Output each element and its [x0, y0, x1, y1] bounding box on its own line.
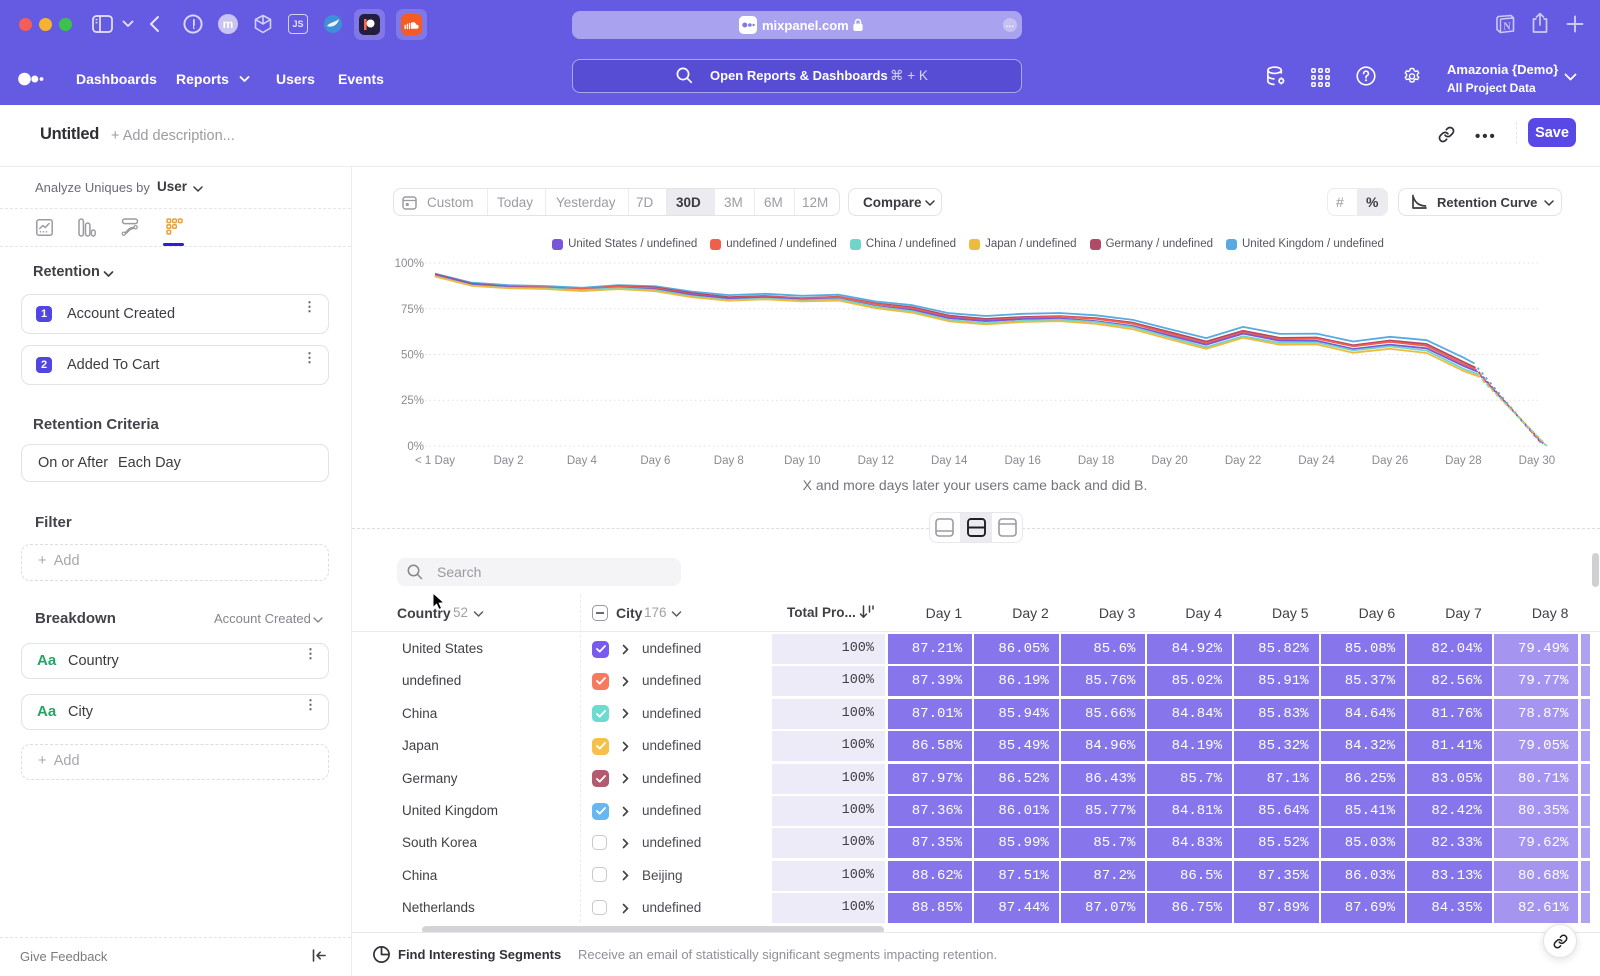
svg-text:Day 18: Day 18 — [1078, 455, 1114, 467]
svg-text:Day 14: Day 14 — [931, 455, 968, 467]
svg-text:Day 28: Day 28 — [1445, 455, 1481, 467]
svg-text:25%: 25% — [401, 395, 424, 407]
svg-text:100%: 100% — [395, 258, 424, 270]
svg-text:Day 20: Day 20 — [1151, 455, 1187, 467]
svg-text:0%: 0% — [407, 441, 424, 453]
svg-text:Day 2: Day 2 — [493, 455, 523, 467]
svg-text:50%: 50% — [401, 350, 424, 362]
svg-text:Day 8: Day 8 — [714, 455, 744, 467]
svg-text:Day 12: Day 12 — [858, 455, 894, 467]
svg-text:Day 6: Day 6 — [640, 455, 670, 467]
svg-text:Day 24: Day 24 — [1298, 455, 1335, 467]
svg-text:< 1 Day: < 1 Day — [415, 455, 455, 467]
svg-text:75%: 75% — [401, 304, 424, 316]
svg-text:Day 10: Day 10 — [784, 455, 820, 467]
svg-text:Day 4: Day 4 — [567, 455, 598, 467]
svg-text:Day 16: Day 16 — [1004, 455, 1040, 467]
svg-text:Day 30: Day 30 — [1519, 455, 1555, 467]
svg-text:Day 22: Day 22 — [1225, 455, 1261, 467]
svg-text:N: N — [1503, 22, 1511, 33]
svg-text:Day 26: Day 26 — [1372, 455, 1408, 467]
